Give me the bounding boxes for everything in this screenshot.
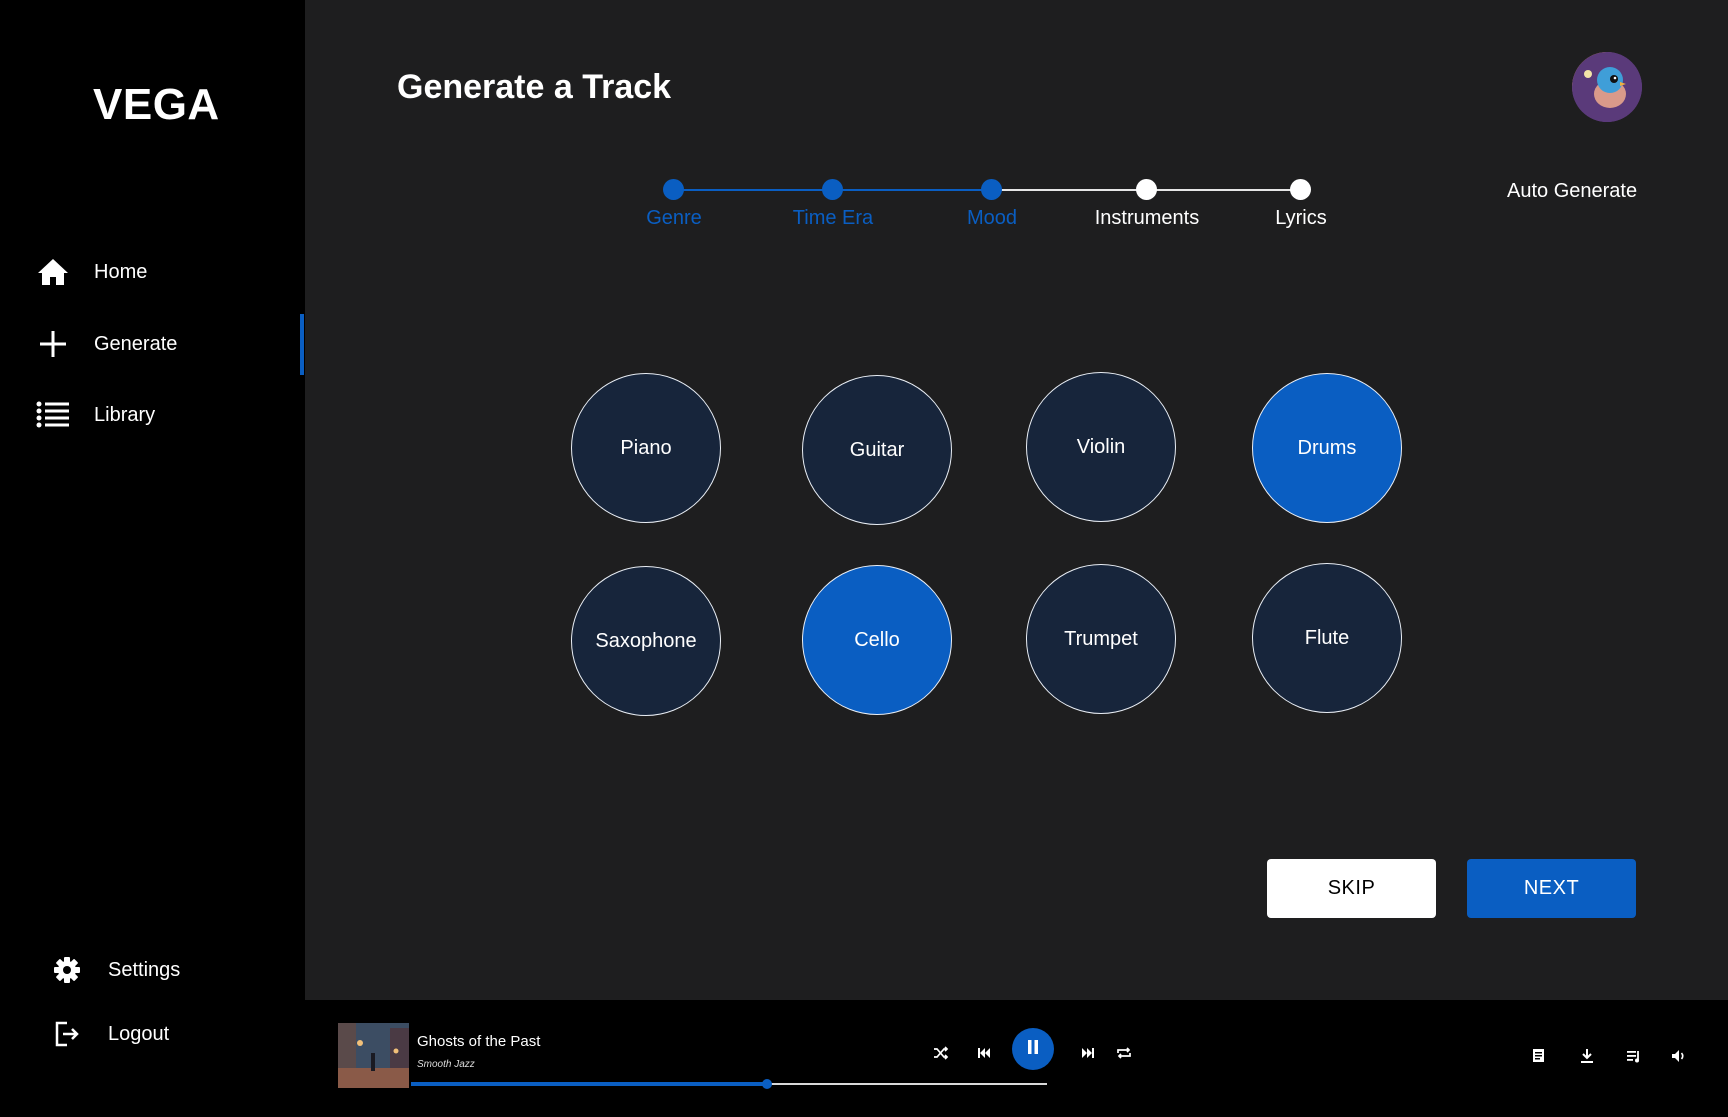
download-icon[interactable]: [1576, 1045, 1598, 1067]
repeat-icon[interactable]: [1113, 1042, 1135, 1064]
queue-icon[interactable]: [1623, 1045, 1645, 1067]
step-dot-time-era[interactable]: [822, 179, 843, 200]
instrument-option-cello[interactable]: Cello: [802, 565, 952, 715]
sidebar-item-label: Library: [94, 403, 156, 426]
instrument-option-violin[interactable]: Violin: [1026, 372, 1176, 522]
plus-icon: [36, 327, 70, 361]
sidebar-item-label: Settings: [108, 958, 181, 981]
step-label-mood[interactable]: Mood: [912, 207, 1072, 230]
instrument-option-drums[interactable]: Drums: [1252, 373, 1402, 523]
step-dot-mood[interactable]: [981, 179, 1002, 200]
previous-track-icon[interactable]: [973, 1042, 995, 1064]
instrument-option-trumpet[interactable]: Trumpet: [1026, 564, 1176, 714]
sidebar-item-label: Home: [94, 260, 148, 283]
sidebar-item-label: Logout: [108, 1022, 170, 1045]
instrument-label: Cello: [854, 628, 900, 651]
sidebar-item-generate[interactable]: Generate: [36, 322, 296, 366]
step-label-instruments[interactable]: Instruments: [1067, 207, 1227, 230]
instrument-label: Violin: [1076, 435, 1126, 458]
sidebar-item-library[interactable]: Library: [36, 393, 296, 437]
instrument-label: Saxophone: [595, 629, 697, 652]
gear-icon: [50, 953, 84, 987]
list-icon: [36, 398, 70, 432]
volume-icon[interactable]: [1668, 1045, 1690, 1067]
step-dot-lyrics[interactable]: [1290, 179, 1311, 200]
user-avatar[interactable]: [1572, 52, 1642, 122]
music-player-bar: Ghosts of the Past Smooth Jazz: [305, 1000, 1728, 1117]
main-panel: Generate a Track Auto Generate Genre Tim…: [305, 0, 1728, 1000]
step-dot-instruments[interactable]: [1136, 179, 1157, 200]
track-title: Ghosts of the Past: [417, 1033, 541, 1050]
active-indicator: [300, 314, 304, 375]
logout-icon: [50, 1017, 84, 1051]
instrument-label: Piano: [620, 436, 672, 459]
app-logo: VEGA: [93, 80, 220, 129]
instrument-option-piano[interactable]: Piano: [571, 373, 721, 523]
sidebar-item-settings[interactable]: Settings: [50, 948, 310, 992]
lyrics-icon[interactable]: [1528, 1045, 1550, 1067]
step-label-lyrics[interactable]: Lyrics: [1221, 207, 1381, 230]
step-label-time-era[interactable]: Time Era: [753, 207, 913, 230]
skip-button[interactable]: SKIP: [1267, 859, 1436, 918]
progress-stepper: Genre Time Era Mood Instruments Lyrics: [305, 0, 1728, 260]
auto-generate-link[interactable]: Auto Generate: [1507, 180, 1637, 203]
home-icon: [36, 255, 70, 289]
sidebar-item-label: Generate: [94, 332, 178, 355]
instrument-option-guitar[interactable]: Guitar: [802, 375, 952, 525]
pause-icon: [1026, 1039, 1040, 1060]
instrument-label: Trumpet: [1064, 627, 1138, 650]
step-dot-genre[interactable]: [663, 179, 684, 200]
instrument-label: Guitar: [849, 438, 905, 461]
next-track-icon[interactable]: [1077, 1042, 1099, 1064]
sidebar: VEGA Home Generate Library Settings Logo…: [0, 0, 305, 1047]
step-label-genre[interactable]: Genre: [594, 207, 754, 230]
sidebar-item-home[interactable]: Home: [36, 250, 296, 294]
instrument-label: Drums: [1297, 436, 1357, 459]
track-genre: Smooth Jazz: [417, 1059, 475, 1070]
next-button[interactable]: NEXT: [1467, 859, 1636, 918]
album-cover[interactable]: [338, 1023, 409, 1088]
instrument-option-saxophone[interactable]: Saxophone: [571, 566, 721, 716]
page-title: Generate a Track: [397, 68, 672, 106]
playback-progress-fill: [411, 1082, 768, 1086]
shuffle-icon[interactable]: [930, 1042, 952, 1064]
playback-progress-bar[interactable]: [411, 1079, 1047, 1089]
instrument-label: Flute: [1304, 626, 1350, 649]
instrument-option-flute[interactable]: Flute: [1252, 563, 1402, 713]
pause-button[interactable]: [1012, 1028, 1054, 1070]
sidebar-item-logout[interactable]: Logout: [50, 1012, 310, 1056]
